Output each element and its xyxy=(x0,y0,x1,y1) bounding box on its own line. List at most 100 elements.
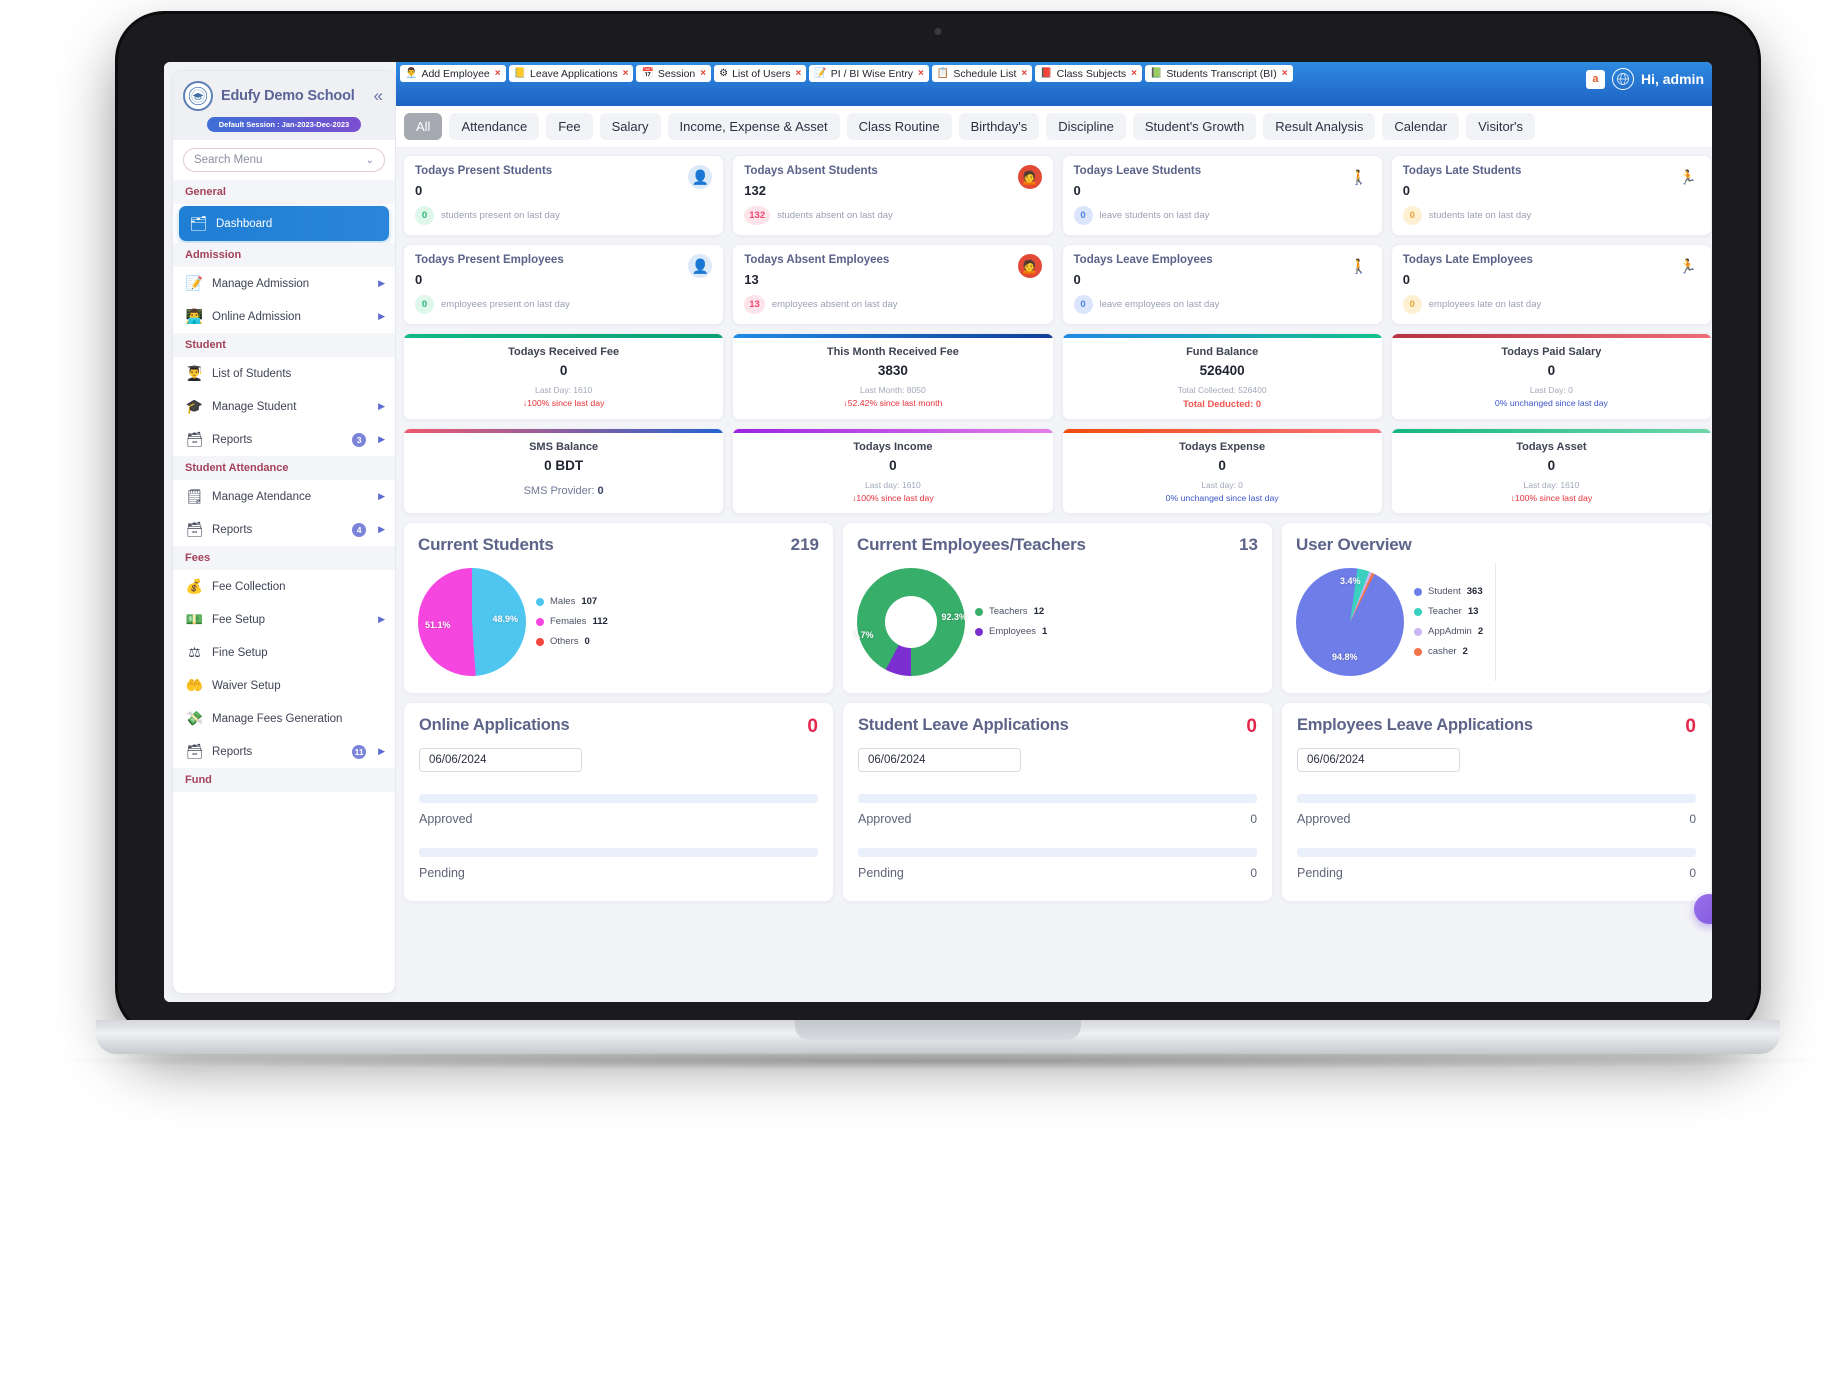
kpi-title: Todays Absent Employees xyxy=(744,254,890,266)
sidebar-item-list-of-students[interactable]: 👨‍🎓 List of Students xyxy=(173,357,395,390)
chart-card-row: Current Students 219 51.1% 48.9% Males 10… xyxy=(403,521,1712,694)
financial-value: 0 xyxy=(1218,457,1226,473)
kpi-title: Todays Absent Students xyxy=(744,165,878,177)
filter-tab-all[interactable]: All xyxy=(404,113,443,140)
window-tab-label: Add Employee xyxy=(421,67,490,80)
card-accent-bar xyxy=(733,428,1053,433)
kpi-note: employees present on last day xyxy=(441,299,570,310)
chevron-right-icon[interactable]: ▶ xyxy=(378,401,385,412)
financial-card: Fund Balance 526400 Total Collected: 52640… xyxy=(1061,333,1383,420)
sidebar-item-fee-setup[interactable]: 💵 Fee Setup ▶ xyxy=(173,603,395,636)
legend-item[interactable]: Student 363 xyxy=(1414,586,1483,597)
chevron-right-icon[interactable]: ▶ xyxy=(378,434,385,445)
filter-tab-attendance[interactable]: Attendance xyxy=(449,113,540,140)
sidebar-item-manage-admission[interactable]: 📝 Manage Admission ▶ xyxy=(173,267,395,300)
close-icon[interactable]: × xyxy=(795,68,801,79)
kpi-pill: 0 xyxy=(415,295,434,314)
sidebar-item-fine-setup[interactable]: ⚖ Fine Setup xyxy=(173,636,395,669)
window-tab-class-subjects[interactable]: 📕 Class Subjects × xyxy=(1035,65,1142,82)
chevron-right-icon[interactable]: ▶ xyxy=(378,491,385,502)
legend-item[interactable]: Others 0 xyxy=(536,636,608,647)
approved-value: 0 xyxy=(1689,811,1696,826)
schedule-icon: 📋 xyxy=(936,68,950,79)
window-tab-schedule-list[interactable]: 📋 Schedule List × xyxy=(931,65,1033,82)
window-tab-leave-applications[interactable]: 📒 Leave Applications × xyxy=(508,65,634,82)
applications-card: Student Leave Applications 0 06/06/2024 App… xyxy=(842,701,1273,902)
sidebar-menu[interactable]: General 🗂 Dashboard Admission 📝 Manage Admiss… xyxy=(173,180,395,993)
card-accent-bar xyxy=(404,428,724,433)
date-input[interactable]: 06/06/2024 xyxy=(419,747,582,772)
filter-tab-student-s-growth[interactable]: Student's Growth xyxy=(1132,113,1257,140)
chevron-right-icon[interactable]: ▶ xyxy=(378,524,385,535)
financial-delta: ↓100% since last day xyxy=(852,492,934,503)
filter-tab-discipline[interactable]: Discipline xyxy=(1046,113,1126,140)
search-menu-wrap: Search Menu ⌄ xyxy=(173,140,395,180)
user-greeting[interactable]: Hi, admin xyxy=(1641,71,1704,87)
sidebar-brand: Edufy Demo School « Default Session : Ja… xyxy=(173,71,395,140)
filter-tab-class-routine[interactable]: Class Routine xyxy=(846,113,952,140)
sidebar-item-reports[interactable]: 🗃 Reports 4 ▶ xyxy=(173,513,395,546)
filter-tab-calendar[interactable]: Calendar xyxy=(1382,113,1460,140)
kpi-title: Todays Late Students xyxy=(1402,165,1522,177)
filter-tab-result-analysis[interactable]: Result Analysis xyxy=(1263,113,1376,140)
filter-tab-fee[interactable]: Fee xyxy=(546,113,593,140)
kpi-value: 13 xyxy=(744,272,759,287)
filter-tab-income-expense-asset[interactable]: Income, Expense & Asset xyxy=(667,113,840,140)
window-tab-add-employee[interactable]: 👨‍💼 Add Employee × xyxy=(400,65,506,82)
window-tab-session[interactable]: 📅 Session × xyxy=(636,65,712,82)
students-total: 219 xyxy=(790,534,819,554)
legend-item[interactable]: Males 107 xyxy=(536,596,608,607)
filter-tab-birthday-s[interactable]: Birthday's xyxy=(958,113,1040,140)
legend-item[interactable]: casher 2 xyxy=(1414,646,1483,657)
close-icon[interactable]: × xyxy=(1282,68,1288,79)
laptop-shadow xyxy=(22,1052,1842,1070)
filter-tab-visitor-s[interactable]: Visitor's xyxy=(1466,113,1535,140)
close-icon[interactable]: × xyxy=(1131,68,1137,79)
sidebar-item-dashboard[interactable]: 🗂 Dashboard xyxy=(179,206,389,241)
current-students-card: Current Students 219 51.1% 48.9% Males 10… xyxy=(403,521,834,694)
sidebar-item-online-admission[interactable]: 👨‍💻 Online Admission ▶ xyxy=(173,300,395,333)
sidebar-item-manage-atendance[interactable]: 🗒 Manage Atendance ▶ xyxy=(173,480,395,513)
approved-label: Approved xyxy=(858,811,912,826)
financial-title: Todays Received Fee xyxy=(508,346,620,358)
date-input[interactable]: 06/06/2024 xyxy=(858,747,1021,772)
sidebar-group-student: Student xyxy=(173,333,395,357)
financial-value: 3830 xyxy=(877,363,908,378)
legend-item[interactable]: AppAdmin 2 xyxy=(1414,626,1483,637)
filter-tab-salary[interactable]: Salary xyxy=(599,113,661,140)
window-tab-students-transcript-bi[interactable]: 📗 Students Transcript (BI) × xyxy=(1144,65,1293,82)
sidebar-item-fee-collection[interactable]: 💰 Fee Collection xyxy=(173,570,395,603)
close-icon[interactable]: × xyxy=(495,68,501,79)
legend-item[interactable]: Employees 1 xyxy=(975,626,1047,637)
sidebar-item-manage-student[interactable]: 🎓 Manage Student ▶ xyxy=(173,390,395,423)
window-tab-pi-bi-wise-entry[interactable]: 📝 PI / BI Wise Entry × xyxy=(809,65,929,82)
close-icon[interactable]: × xyxy=(918,68,924,79)
legend-item[interactable]: Teachers 12 xyxy=(975,606,1047,617)
translate-icon[interactable]: a xyxy=(1585,69,1605,89)
attendance-clock-icon: 🗒 xyxy=(185,488,204,504)
window-tab-list-of-users[interactable]: ⚙ List of Users × xyxy=(714,65,807,82)
globe-icon[interactable] xyxy=(1611,68,1634,90)
chevron-down-icon[interactable]: ⌄ xyxy=(366,155,374,166)
chevron-right-icon[interactable]: ▶ xyxy=(378,278,385,289)
legend-item[interactable]: Teacher 13 xyxy=(1414,606,1483,617)
chevron-right-icon[interactable]: ▶ xyxy=(378,746,385,757)
person-add-icon: 👤 xyxy=(688,254,713,278)
sidebar-collapse-icon[interactable]: « xyxy=(372,86,385,106)
sidebar-item-reports[interactable]: 🗃 Reports 11 ▶ xyxy=(173,735,395,768)
chevron-right-icon[interactable]: ▶ xyxy=(378,614,385,625)
sidebar-item-waiver-setup[interactable]: 🤲 Waiver Setup xyxy=(173,669,395,702)
user-overview-legend: Student 363 Teacher 13 AppAdmin 2 casher 2 xyxy=(1414,586,1483,657)
card-title: User Overview xyxy=(1296,534,1412,554)
legend-item[interactable]: Females 112 xyxy=(536,616,608,627)
dashboard-filter-tabs[interactable]: All Attendance Fee Salary Income, Expense & … xyxy=(396,106,1712,148)
sidebar-item-manage-fees-generation[interactable]: 💸 Manage Fees Generation xyxy=(173,702,395,735)
sidebar-item-reports[interactable]: 🗃 Reports 3 ▶ xyxy=(173,423,395,456)
floating-action-button[interactable] xyxy=(1694,894,1712,924)
date-input[interactable]: 06/06/2024 xyxy=(1297,747,1460,772)
close-icon[interactable]: × xyxy=(700,68,706,79)
close-icon[interactable]: × xyxy=(1021,68,1027,79)
close-icon[interactable]: × xyxy=(623,68,629,79)
search-input[interactable]: Search Menu ⌄ xyxy=(183,148,385,172)
chevron-right-icon[interactable]: ▶ xyxy=(378,311,385,322)
